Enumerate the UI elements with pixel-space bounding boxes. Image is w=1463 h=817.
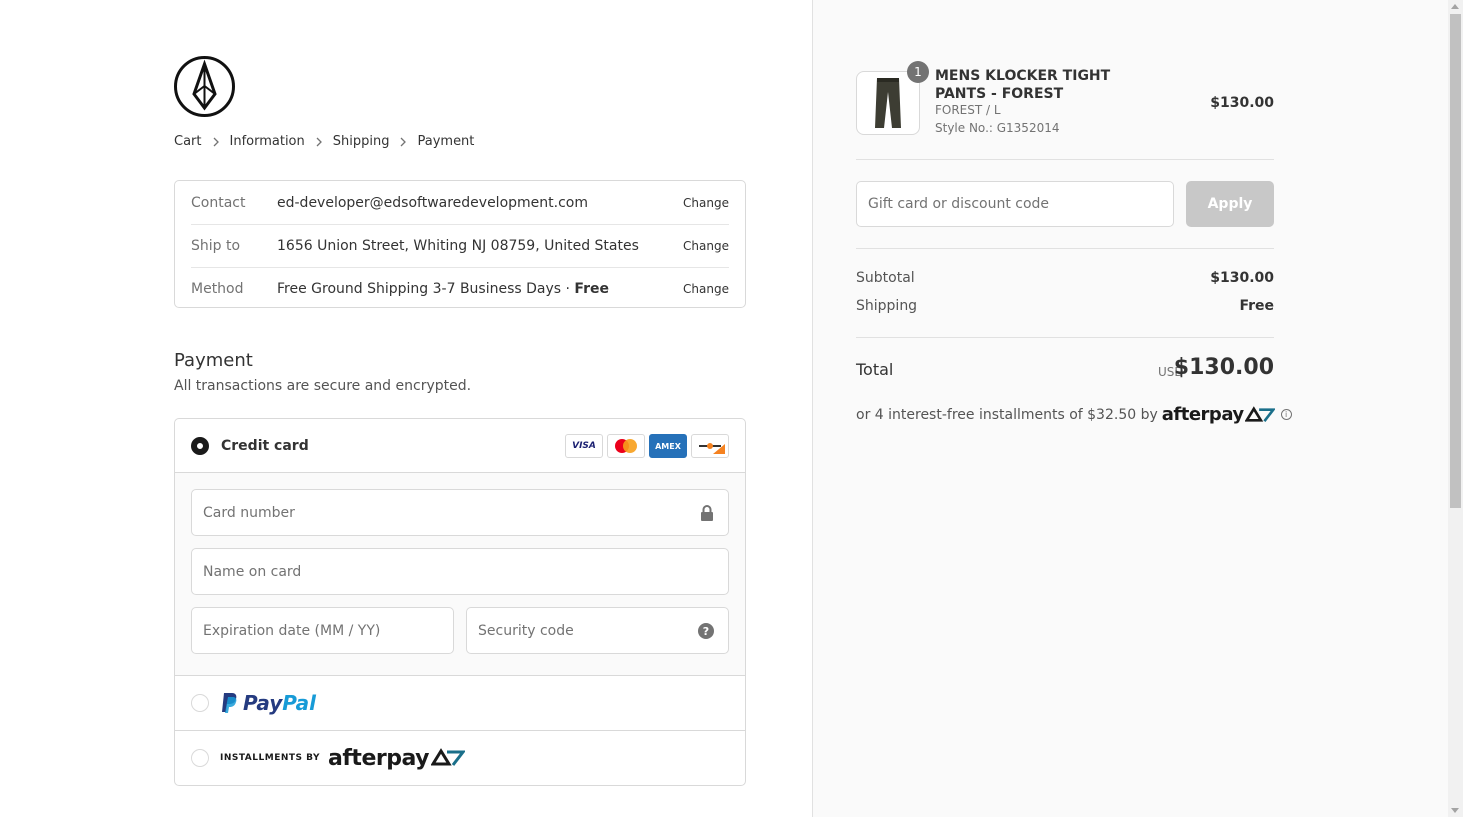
discount-code-input[interactable]: Gift card or discount code [856, 181, 1174, 227]
payment-methods: Credit card VISA AMEX Card number Name o… [174, 418, 746, 786]
method-value: Free Ground Shipping 3-7 Business Days ·… [277, 281, 683, 297]
chevron-right-icon [401, 137, 407, 146]
review-contact-row: Contact ed-developer@edsoftwaredevelopme… [175, 181, 745, 224]
info-icon[interactable]: i [1280, 409, 1292, 420]
review-method-row: Method Free Ground Shipping 3-7 Business… [191, 267, 729, 310]
review-block: Contact ed-developer@edsoftwaredevelopme… [174, 180, 746, 308]
subtotal-label: Subtotal [856, 270, 915, 286]
afterpay-option[interactable]: INSTALLMENTS BY afterpay [175, 730, 745, 785]
shipto-value: 1656 Union Street, Whiting NJ 08759, Uni… [277, 238, 639, 254]
svg-text:?: ? [703, 625, 709, 638]
product-variant: FOREST / L [935, 103, 1001, 117]
breadcrumb-shipping[interactable]: Shipping [333, 134, 390, 149]
discover-icon [691, 434, 729, 458]
paypal-pay-text: Pay [243, 691, 283, 715]
afterpay-radio[interactable] [191, 749, 209, 767]
lock-icon [701, 505, 713, 521]
quantity-badge: 1 [907, 61, 929, 83]
total-label: Total [856, 360, 894, 379]
card-brands: VISA AMEX [565, 434, 729, 458]
amex-icon: AMEX [649, 434, 687, 458]
paypal-icon [222, 693, 237, 713]
breadcrumb-payment: Payment [417, 134, 475, 149]
chevron-right-icon [316, 137, 322, 146]
scrollbar-thumb[interactable] [1450, 14, 1461, 508]
shipping-row: Shipping Free [856, 298, 1274, 314]
breadcrumb-information[interactable]: Information [230, 134, 305, 149]
divider [856, 248, 1274, 249]
scroll-up-icon[interactable] [1451, 4, 1459, 9]
contact-label: Contact [191, 194, 246, 211]
credit-card-option[interactable]: Credit card VISA AMEX [175, 419, 745, 472]
subtotal-row: Subtotal $130.00 [856, 270, 1274, 286]
credit-card-label: Credit card [221, 437, 309, 454]
subtotal-value: $130.00 [1210, 270, 1274, 286]
security-placeholder: Security code [478, 622, 574, 639]
breadcrumb: Cart Information Shipping Payment [174, 134, 474, 149]
afterpay-note-logo: afterpay [1161, 404, 1244, 425]
divider [856, 159, 1274, 160]
method-price: Free [574, 281, 609, 297]
afterpay-badge-icon [1244, 405, 1275, 422]
paypal-pal-text: Pal [282, 691, 317, 715]
name-placeholder: Name on card [203, 563, 302, 580]
total-value: $130.00 [1173, 355, 1274, 380]
paypal-option[interactable]: PayPal [175, 675, 745, 730]
change-contact-link[interactable]: Change [683, 196, 729, 210]
name-on-card-input[interactable]: Name on card [191, 548, 729, 595]
expiry-input[interactable]: Expiration date (MM / YY) [191, 607, 454, 654]
product-price: $130.00 [1210, 95, 1274, 111]
security-code-input[interactable]: Security code ? [466, 607, 729, 654]
shipto-label: Ship to [191, 238, 241, 254]
paypal-logo: PayPal [221, 691, 316, 715]
chevron-right-icon [213, 137, 219, 146]
credit-card-radio[interactable] [191, 436, 209, 455]
discount-placeholder: Gift card or discount code [868, 196, 1050, 212]
product-name: MENS KLOCKER TIGHT PANTS - FOREST [935, 68, 1111, 102]
breadcrumb-cart[interactable]: Cart [174, 134, 202, 149]
main-panel: Cart Information Shipping Payment Contac… [0, 0, 812, 817]
paypal-radio[interactable] [191, 694, 209, 712]
scrollbar[interactable] [1448, 0, 1463, 817]
divider [856, 337, 1274, 338]
expiry-placeholder: Expiration date (MM / YY) [203, 622, 381, 639]
change-method-link[interactable]: Change [683, 282, 729, 296]
afterpay-installment-note: or 4 interest-free installments of $32.5… [856, 404, 1292, 425]
contact-value: ed-developer@edsoftwaredevelopment.com [277, 194, 588, 211]
pants-icon [865, 74, 911, 132]
afterpay-logo: afterpay [328, 745, 429, 771]
review-shipto-row: Ship to 1656 Union Street, Whiting NJ 08… [191, 224, 729, 267]
afterpay-badge-icon [430, 748, 465, 766]
apply-button[interactable]: Apply [1186, 181, 1274, 227]
change-shipto-link[interactable]: Change [683, 239, 729, 253]
method-text: Free Ground Shipping 3-7 Business Days · [277, 281, 575, 297]
card-number-input[interactable]: Card number [191, 489, 729, 536]
volcom-logo[interactable] [174, 56, 235, 117]
installments-label: INSTALLMENTS BY [220, 753, 321, 763]
shipping-value: Free [1239, 298, 1274, 314]
payment-subtitle: All transactions are secure and encrypte… [174, 378, 472, 394]
shipping-label: Shipping [856, 298, 918, 314]
card-number-placeholder: Card number [203, 504, 295, 521]
afterpay-note-text: or 4 interest-free installments of $32.5… [856, 406, 1158, 423]
mastercard-icon [607, 434, 645, 458]
help-icon[interactable]: ? [698, 623, 714, 639]
method-label: Method [191, 281, 244, 297]
payment-title: Payment [174, 350, 253, 371]
credit-card-form: Card number Name on card Expiration date… [175, 472, 745, 676]
product-style-no: Style No.: G1352014 [935, 121, 1060, 135]
scroll-down-icon[interactable] [1451, 808, 1459, 813]
visa-icon: VISA [565, 434, 603, 458]
